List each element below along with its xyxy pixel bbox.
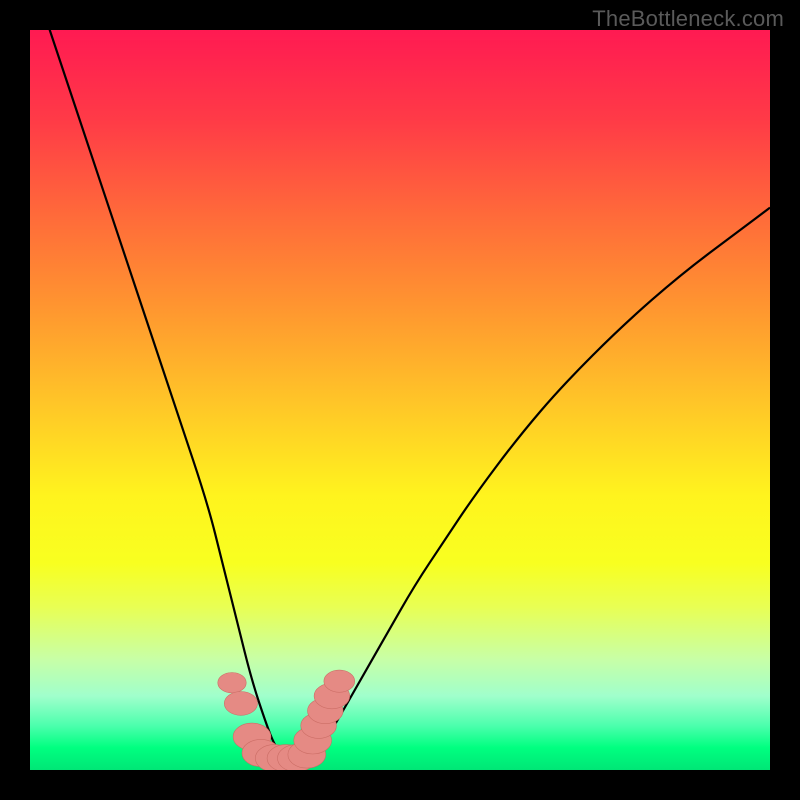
- curve-marker: [324, 670, 355, 692]
- curve-path: [30, 30, 770, 758]
- curve-marker: [224, 692, 257, 716]
- curve-markers: [218, 670, 355, 770]
- curve-marker: [218, 673, 246, 693]
- chart-stage: TheBottleneck.com: [0, 0, 800, 800]
- plot-area: [30, 30, 770, 770]
- watermark-label: TheBottleneck.com: [592, 6, 784, 32]
- bottleneck-curve: [30, 30, 770, 770]
